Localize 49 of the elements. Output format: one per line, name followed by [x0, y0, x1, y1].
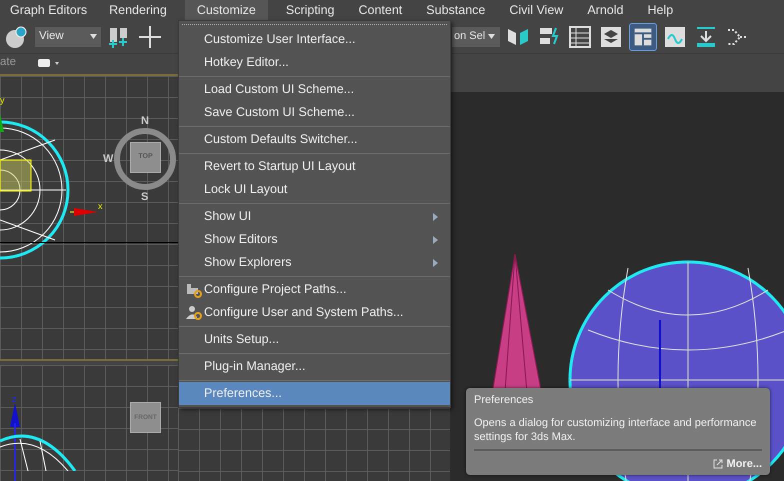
menu-bar-item[interactable]: Arnold: [575, 0, 636, 20]
menu-item[interactable]: Units Setup...: [179, 328, 450, 351]
menu-bar-item[interactable]: Help: [635, 0, 686, 20]
menu-bar-item[interactable]: Customize: [184, 0, 268, 20]
list-icon[interactable]: [567, 24, 593, 50]
view-dropdown[interactable]: View: [35, 26, 101, 46]
folder-gear-icon: [186, 282, 202, 298]
selection-set-dropdown[interactable]: on Sel: [452, 26, 500, 46]
submenu-arrow-icon: [433, 212, 438, 220]
menu-item[interactable]: Save Custom UI Scheme...: [179, 101, 450, 124]
caret-icon: [488, 34, 496, 39]
submenu-arrow-icon: [433, 258, 438, 266]
menu-item[interactable]: Show UI: [179, 205, 450, 228]
external-link-icon: [712, 459, 723, 469]
compass-letter: S: [141, 192, 148, 203]
axis-label: x: [98, 202, 102, 211]
toolbar-label: ate: [0, 55, 16, 70]
z-axis-arrow-icon: [9, 403, 21, 481]
compass-letter: N: [141, 116, 149, 127]
submenu-arrow-icon: [433, 236, 438, 244]
caret-icon: [90, 34, 97, 39]
menu-item[interactable]: Revert to Startup UI Layout: [179, 155, 450, 178]
menu-item[interactable]: Show Explorers: [179, 251, 450, 274]
menu-item[interactable]: Hotkey Editor...: [179, 51, 450, 74]
dropdown-icon[interactable]: [36, 58, 60, 68]
tooltip-description: Opens a dialog for customizing interface and performance settings for 3ds Max.: [474, 416, 762, 451]
menu-item[interactable]: Customize User Interface...: [179, 28, 450, 51]
menu-item[interactable]: Custom Defaults Switcher...: [179, 128, 450, 151]
user-gear-icon: [186, 305, 202, 321]
more-link[interactable]: More...: [726, 457, 762, 471]
menu-item[interactable]: Lock UI Layout: [179, 178, 450, 201]
menu-bar-item[interactable]: Content: [346, 0, 414, 20]
menu-item[interactable]: Show Editors: [179, 228, 450, 251]
panel-layout-icon[interactable]: [629, 22, 657, 50]
axis-label: z: [12, 395, 16, 404]
menu-bar-item[interactable]: Civil View: [497, 0, 576, 20]
menu-bar-item[interactable]: Rendering: [97, 0, 179, 20]
y-axis-arrow-icon: [0, 114, 6, 132]
tooltip-title: Preferences: [474, 393, 534, 407]
menu-item[interactable]: Configure Project Paths...: [179, 278, 450, 301]
menu-bar-item[interactable]: Scripting: [274, 0, 346, 20]
menu-item[interactable]: Plug-in Manager...: [179, 355, 450, 378]
move-icon[interactable]: [137, 24, 163, 50]
menu-item[interactable]: Configure User and System Paths...: [179, 301, 450, 324]
menu-item[interactable]: Load Custom UI Scheme...: [179, 78, 450, 101]
menu-bar-item[interactable]: Substance: [414, 0, 498, 20]
menu-bar-item[interactable]: Graph Editors: [0, 0, 98, 20]
axis-label: y: [0, 96, 4, 105]
compass-letter: W: [103, 154, 114, 165]
